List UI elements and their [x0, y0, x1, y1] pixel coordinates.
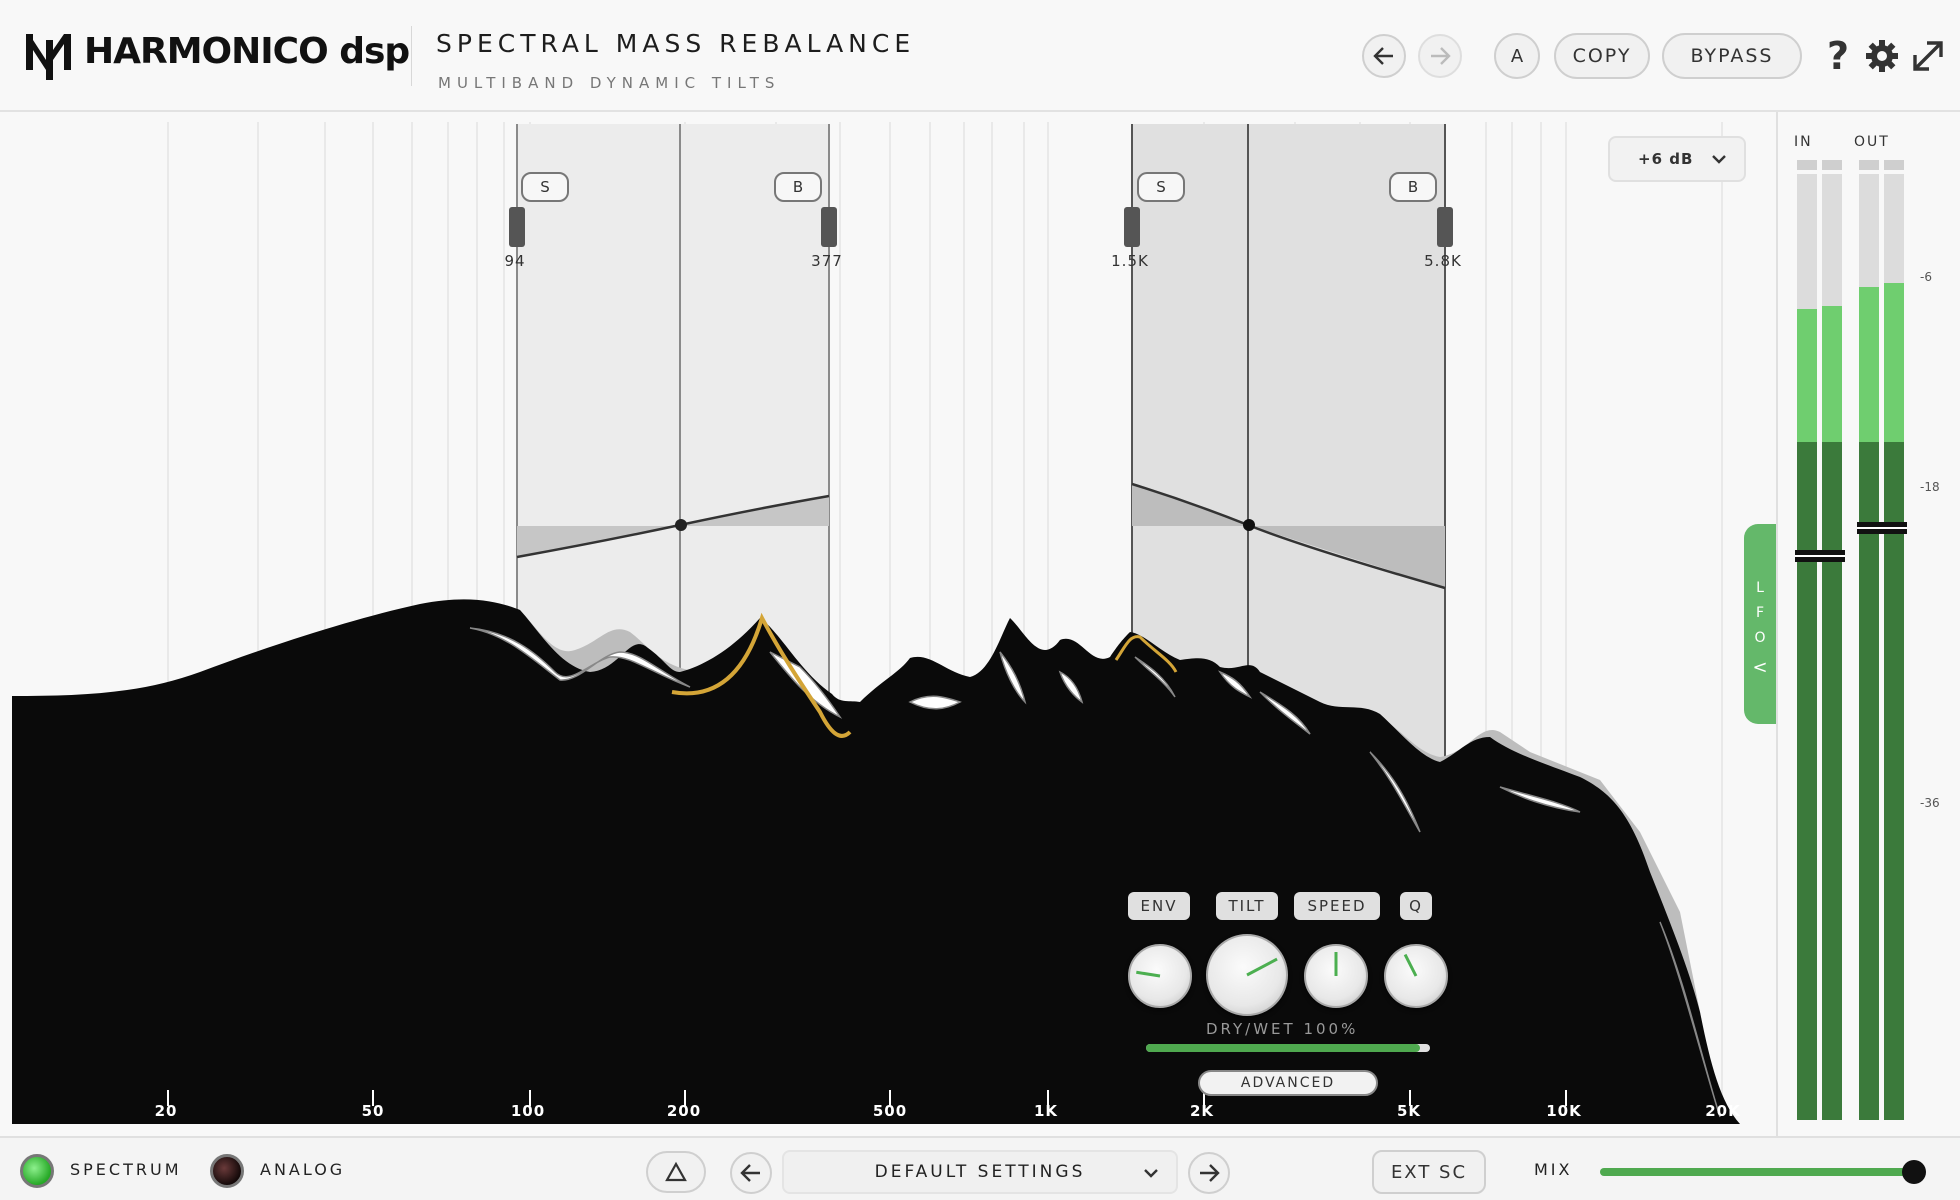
brand-name: HARMONICO dsp [84, 31, 410, 72]
compare-button[interactable] [646, 1151, 706, 1193]
freq-label: 20K [1705, 1102, 1741, 1120]
plugin-title: SPECTRAL MASS REBALANCE [436, 29, 916, 58]
env-knob[interactable] [1128, 944, 1192, 1008]
preset-select[interactable]: DEFAULT SETTINGS [782, 1150, 1178, 1194]
q-label: Q [1400, 892, 1432, 920]
band-1-high-freq: 377 [811, 252, 843, 270]
band-2-low-handle[interactable] [1124, 207, 1140, 247]
meter-in-left [1797, 160, 1817, 1120]
mix-label: MIX [1534, 1160, 1573, 1179]
spectrum-toggle-led[interactable] [20, 1154, 54, 1188]
freq-label: 5K [1396, 1102, 1422, 1120]
prev-preset-button[interactable] [730, 1152, 772, 1194]
in-threshold-handle[interactable] [1795, 550, 1845, 562]
speed-knob[interactable] [1304, 944, 1368, 1008]
drywet-slider[interactable] [1146, 1044, 1430, 1052]
meter-out-right [1884, 160, 1904, 1120]
analog-label: ANALOG [260, 1160, 346, 1179]
advanced-button[interactable]: ADVANCED [1198, 1070, 1378, 1096]
arrow-right-icon [1200, 1164, 1220, 1182]
mix-fill [1600, 1168, 1914, 1176]
harmonico-logo-icon [24, 30, 76, 82]
band-1-bypass-button[interactable]: B [774, 172, 822, 202]
drywet-label: DRY/WET 100% [1206, 1020, 1359, 1038]
help-icon[interactable]: ? [1818, 34, 1858, 78]
spectrum-graph [12, 122, 1740, 1124]
mix-slider-thumb[interactable] [1902, 1160, 1926, 1184]
preset-name: DEFAULT SETTINGS [874, 1162, 1086, 1182]
freq-label: 20 [154, 1102, 178, 1120]
lfo-tab[interactable]: L F O < [1744, 524, 1776, 724]
display-range-value: +6 dB [1638, 150, 1694, 168]
meter-out-left [1859, 160, 1879, 1120]
spectrum-curve [12, 599, 1740, 1124]
analog-toggle-led[interactable] [210, 1154, 244, 1188]
freq-label: 10K [1546, 1102, 1582, 1120]
band-2-high-handle[interactable] [1437, 207, 1453, 247]
expand-icon[interactable] [1908, 34, 1948, 78]
band-2-low-freq: 1.5K [1111, 252, 1149, 270]
spectrum-label: SPECTRUM [70, 1160, 182, 1179]
display-range-select[interactable]: +6 dB [1608, 136, 1746, 182]
redo-button[interactable] [1418, 34, 1462, 78]
band-1-low-freq: 94 [504, 252, 526, 270]
bypass-button[interactable]: BYPASS [1662, 33, 1802, 79]
band-2-solo-button[interactable]: S [1137, 172, 1185, 202]
speed-label: SPEED [1294, 892, 1380, 920]
env-label: ENV [1128, 892, 1190, 920]
footer-bar: SPECTRUM ANALOG DEFAULT SETTINGS EXT SC … [0, 1136, 1960, 1200]
mix-slider[interactable] [1600, 1168, 1924, 1176]
freq-label: 500 [872, 1102, 908, 1120]
meter-scale-label: -18 [1920, 480, 1940, 494]
q-knob[interactable] [1384, 944, 1448, 1008]
ab-compare-button[interactable]: A [1494, 33, 1540, 79]
band-1-low-handle[interactable] [509, 207, 525, 247]
header-bar: HARMONICO dsp SPECTRAL MASS REBALANCE MU… [0, 0, 1960, 112]
tilt-label: TILT [1216, 892, 1278, 920]
lfo-letter: F [1755, 605, 1765, 621]
drywet-fill [1146, 1044, 1420, 1052]
plugin-subtitle: MULTIBAND DYNAMIC TILTS [438, 74, 781, 92]
arrow-right-icon [1431, 47, 1451, 65]
freq-label: 200 [666, 1102, 702, 1120]
band-1-high-handle[interactable] [821, 207, 837, 247]
level-meters: IN OUT [1776, 112, 1960, 1136]
lfo-letter: O [1754, 630, 1766, 646]
arrow-left-icon [740, 1164, 760, 1182]
copy-button[interactable]: COPY [1554, 33, 1650, 79]
triangle-icon [665, 1161, 687, 1182]
arrow-left-icon [1373, 47, 1393, 65]
meter-in-right [1822, 160, 1842, 1120]
freq-label: 2K [1189, 1102, 1215, 1120]
band-1-solo-button[interactable]: S [521, 172, 569, 202]
tilt-knob[interactable] [1206, 934, 1288, 1016]
freq-label: 1K [1033, 1102, 1059, 1120]
lfo-letter: L [1756, 580, 1764, 596]
band-2-bypass-button[interactable]: B [1389, 172, 1437, 202]
meter-scale-label: -6 [1920, 270, 1932, 284]
next-preset-button[interactable] [1188, 1152, 1230, 1194]
meter-in-label: IN [1794, 134, 1813, 150]
meter-out-label: OUT [1854, 134, 1890, 150]
freq-label: 100 [510, 1102, 546, 1120]
chevron-down-icon [1144, 1169, 1158, 1178]
spectrum-display[interactable] [0, 112, 1776, 1136]
ext-sidechain-button[interactable]: EXT SC [1372, 1150, 1486, 1194]
header-divider [411, 26, 412, 86]
gear-icon[interactable] [1862, 34, 1902, 78]
chevron-down-icon [1712, 155, 1726, 164]
chevron-left-icon: < [1752, 657, 1768, 678]
freq-label: 50 [361, 1102, 385, 1120]
meter-scale-label: -36 [1920, 796, 1940, 810]
band-2-high-freq: 5.8K [1424, 252, 1462, 270]
undo-button[interactable] [1362, 34, 1406, 78]
out-threshold-handle[interactable] [1857, 522, 1907, 534]
